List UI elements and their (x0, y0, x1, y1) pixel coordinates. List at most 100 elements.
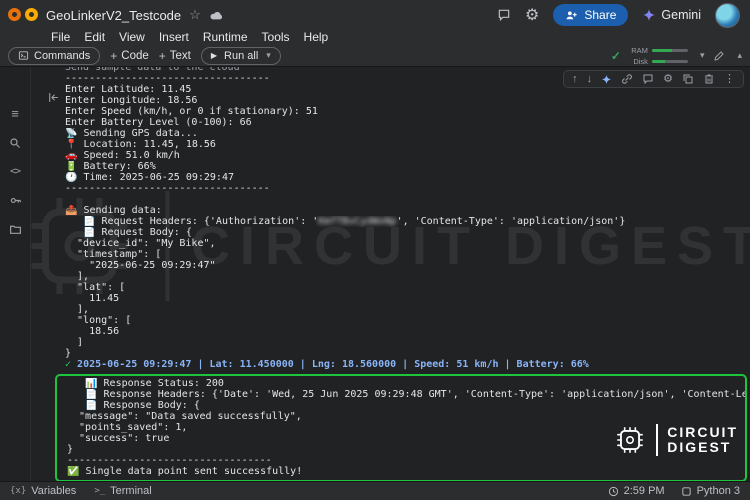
mirror-cell-icon[interactable] (682, 73, 694, 85)
app-header: GeoLinkerV2_Testcode ☆ ⚙ Share Gemini Fi… (0, 0, 750, 67)
secrets-key-icon[interactable] (9, 194, 22, 207)
console-line: "device_id": "My Bike", (65, 238, 216, 249)
console-line: ✓ 2025-06-25 09:29:47 | Lat: 11.450000 |… (65, 359, 589, 370)
notebook-title[interactable]: GeoLinkerV2_Testcode (46, 8, 181, 23)
edit-mode-icon[interactable] (713, 50, 725, 62)
colab-app: GeoLinkerV2_Testcode ☆ ⚙ Share Gemini Fi… (0, 0, 750, 500)
play-icon: ▶ (210, 51, 218, 60)
delete-cell-icon[interactable] (703, 73, 715, 85)
console-line: 🕐 Time: 2025-06-25 09:29:47 (65, 172, 234, 183)
console-line: Enter Longitude: 18.56 (65, 95, 198, 106)
cell-output-console: Send sample data to the cloud ----------… (31, 67, 750, 481)
left-sidebar-rail: ≡ <> (0, 67, 31, 481)
logo-word-1: CIRCUIT (667, 424, 738, 440)
console-line: 📍 Location: 11.45, 18.56 (65, 139, 216, 150)
menu-view[interactable]: View (112, 30, 152, 44)
console-line: 🚗 Speed: 51.0 km/h (65, 150, 180, 161)
console-line: "timestamp": [ (65, 249, 162, 260)
console-line: Enter Battery Level (0-100): 66 (65, 117, 252, 128)
resources-chevron-icon[interactable]: ▾ (700, 50, 705, 61)
console-line: 📄 Request Headers: {'Authorization': 'Km… (65, 216, 626, 227)
commands-button[interactable]: Commands (8, 46, 101, 65)
add-code-button[interactable]: + Code (110, 49, 149, 63)
move-cell-up-icon[interactable]: ↑ (572, 73, 578, 85)
console-line: "lat": [ (65, 282, 126, 293)
kernel-status[interactable]: Python 3 (681, 485, 740, 497)
add-comment-icon[interactable] (642, 73, 654, 85)
menu-tools[interactable]: Tools (255, 30, 297, 44)
console-line: 📄 Request Body: { (65, 227, 192, 238)
search-icon[interactable] (9, 136, 21, 149)
chevron-down-icon: ▾ (266, 50, 271, 60)
terminal-panel-button[interactable]: >_ Terminal (94, 485, 151, 497)
chip-icon (617, 427, 643, 453)
plus-icon: + (158, 48, 166, 63)
colab-logo-icon[interactable] (8, 7, 38, 23)
clock-icon (608, 486, 618, 496)
collapse-header-icon[interactable]: ▴ (737, 50, 742, 61)
run-all-button[interactable]: ▶ Run all ▾ (200, 46, 281, 65)
console-line: 📤 Sending data: (65, 205, 162, 216)
console-line: 📄 Response Body: { (67, 400, 200, 411)
console-line: 📄 Response Headers: {'Date': 'Wed, 25 Ju… (85, 389, 745, 400)
disk-bar (651, 59, 688, 63)
cell-toolbar: ↑ ↓ ⚙ ⋮ (563, 70, 744, 88)
gemini-spark-icon[interactable] (601, 74, 612, 85)
console-line: 🔋 Battery: 66% (65, 161, 156, 172)
add-text-button[interactable]: + Text (159, 49, 191, 63)
console-line: ], (65, 304, 90, 315)
gemini-label: Gemini (661, 8, 701, 22)
more-options-icon[interactable]: ⋮ (724, 73, 735, 85)
console-line: ] (65, 337, 84, 348)
commands-icon (18, 51, 29, 60)
console-line: } (65, 348, 72, 359)
menu-bar: File Edit View Insert Runtime Tools Help (0, 28, 750, 45)
console-line: 📊 Response Status: 200 (67, 378, 224, 389)
notebook-toolbar: Commands + Code + Text ▶ Run all ▾ ✓ RAM… (0, 45, 750, 67)
console-line: 📡 Sending GPS data... (65, 128, 198, 139)
console-line: "long": [ (65, 315, 132, 326)
cell-settings-gear-icon[interactable]: ⚙ (663, 73, 673, 85)
clock-status: 2:59 PM (608, 485, 665, 497)
console-line: ---------------------------------- (65, 183, 270, 194)
gemini-spark-icon (643, 9, 656, 21)
console-line: ✅ Single data point sent successfully! (67, 466, 303, 477)
status-bar: {x} Variables >_ Terminal 2:59 PM Python… (0, 481, 750, 500)
circuitdigest-logo: CIRCUIT DIGEST (613, 423, 738, 457)
ram-bar (651, 48, 688, 52)
menu-file[interactable]: File (44, 30, 77, 44)
gemini-button[interactable]: Gemini (642, 8, 701, 22)
share-button[interactable]: Share (553, 4, 629, 26)
settings-gear-icon[interactable]: ⚙ (525, 5, 539, 25)
menu-insert[interactable]: Insert (152, 30, 196, 44)
menu-runtime[interactable]: Runtime (196, 30, 255, 44)
cloud-save-icon (209, 9, 224, 21)
all-cells-ran-check-icon: ✓ (610, 48, 621, 63)
menu-edit[interactable]: Edit (77, 30, 112, 44)
person-add-icon (567, 10, 578, 19)
star-icon[interactable]: ☆ (189, 7, 201, 23)
files-folder-icon[interactable] (9, 223, 22, 236)
console-line: "message": "Data saved successfully", (67, 411, 302, 422)
share-label: Share (584, 8, 617, 22)
menu-help[interactable]: Help (297, 30, 336, 44)
user-avatar[interactable] (715, 2, 740, 28)
notebook-cell-output-area: ↑ ↓ ⚙ ⋮ Send sample data to the cloud --… (31, 67, 750, 481)
console-line: ], (65, 271, 90, 282)
resource-monitor[interactable]: RAM Disk (630, 46, 688, 66)
move-cell-down-icon[interactable]: ↓ (587, 73, 593, 85)
console-line: 11.45 (65, 293, 120, 304)
table-of-contents-icon[interactable]: ≡ (11, 106, 19, 121)
comment-icon[interactable] (497, 8, 511, 22)
console-line: Enter Speed (km/h, or 0 if stationary): … (65, 106, 318, 117)
plus-icon: + (110, 48, 118, 63)
variables-icon: {x} (10, 486, 27, 496)
console-lines: ---------------------------------- Enter … (65, 73, 750, 370)
python-kernel-icon (681, 486, 691, 496)
console-line: 18.56 (65, 326, 120, 337)
copy-link-icon[interactable] (621, 73, 633, 85)
logo-word-2: DIGEST (667, 439, 732, 455)
code-snippets-icon[interactable]: <> (10, 165, 21, 178)
variables-panel-button[interactable]: {x} Variables (10, 485, 76, 497)
